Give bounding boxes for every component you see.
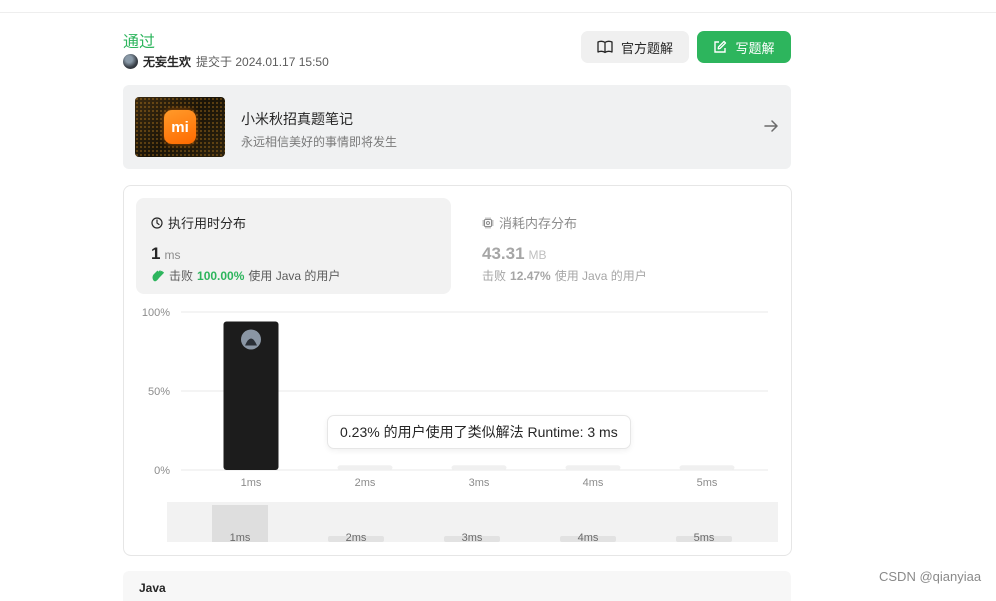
- chart-bar: [451, 465, 507, 470]
- overview-svg: 1ms 2ms 3ms 4ms 5ms: [212, 505, 732, 544]
- user-avatar[interactable]: [123, 54, 138, 69]
- y-tick-label: 50%: [148, 386, 170, 398]
- runtime-beats: 击败 100.00% 使用 Java 的用户: [151, 267, 340, 284]
- chart-bar: [337, 465, 393, 470]
- x-tick-label: 5ms: [697, 477, 718, 489]
- note-thumbnail: mi: [135, 97, 225, 157]
- memory-beats-suffix: 使用 Java 的用户: [554, 269, 647, 283]
- runtime-unit: ms: [164, 248, 181, 262]
- memory-heading: 消耗内存分布: [482, 213, 577, 232]
- runtime-value-wrap: 1 ms: [151, 244, 180, 264]
- memory-unit: MB: [528, 248, 547, 262]
- chart-bar: [679, 465, 735, 470]
- clap-icon: [152, 269, 164, 281]
- memory-value: 43.31: [482, 244, 525, 263]
- official-solution-label: 官方题解: [620, 40, 673, 56]
- edit-icon: [714, 40, 727, 53]
- x-tick-label: 4ms: [583, 477, 604, 489]
- chart-overview-slider[interactable]: 1ms 2ms 3ms 4ms 5ms: [167, 502, 778, 544]
- submission-meta: 无妄生欢 提交于 2024.01.17 15:50: [123, 53, 329, 70]
- runtime-chart: 0% 50% 100% 1ms 2ms 3ms 4ms 5ms: [124, 306, 791, 496]
- note-card[interactable]: mi 小米秋招真题笔记 永远相信美好的事情即将发生: [123, 85, 791, 169]
- chip-icon: [482, 217, 494, 228]
- runtime-value: 1: [151, 244, 161, 263]
- memory-title: 消耗内存分布: [499, 216, 578, 231]
- overview-tick-label: 2ms: [346, 532, 367, 542]
- official-solution-button[interactable]: 官方题解: [581, 31, 689, 63]
- memory-card[interactable]: 消耗内存分布 43.31 MB 击败 12.47% 使用 Java 的用户: [467, 198, 782, 294]
- distribution-panel: 执行用时分布 1 ms 击败 100.00% 使用 Java 的用户 消耗内存分布…: [123, 185, 792, 556]
- top-divider: [0, 12, 996, 13]
- xiaomi-logo: mi: [164, 110, 196, 144]
- runtime-beats-pct: 100.00%: [197, 268, 245, 283]
- note-subtitle: 永远相信美好的事情即将发生: [241, 135, 398, 149]
- note-title: 小米秋招真题笔记: [241, 111, 353, 127]
- memory-beats: 击败 12.47% 使用 Java 的用户: [482, 267, 647, 284]
- clock-icon: [151, 216, 163, 229]
- arrow-right-icon: [764, 120, 778, 132]
- overview-tick-label: 3ms: [462, 532, 483, 542]
- code-language-card: Java: [123, 571, 791, 601]
- write-solution-button[interactable]: 写题解: [697, 31, 791, 63]
- write-solution-label: 写题解: [735, 40, 775, 56]
- x-tick-label: 3ms: [469, 477, 490, 489]
- overview-tick-label: 5ms: [694, 532, 715, 542]
- overview-tick-label: 1ms: [230, 532, 251, 542]
- book-icon: [597, 40, 613, 54]
- x-tick-label: 1ms: [241, 477, 262, 489]
- y-tick-label: 100%: [142, 307, 170, 319]
- chart-bar: [565, 465, 621, 470]
- submitted-time: 提交于 2024.01.17 15:50: [196, 55, 329, 69]
- runtime-heading: 执行用时分布: [151, 213, 246, 232]
- runtime-beats-suffix: 使用 Java 的用户: [248, 269, 341, 283]
- x-tick-label: 2ms: [355, 477, 376, 489]
- overview-tick-label: 4ms: [578, 532, 599, 542]
- y-tick-label: 0%: [154, 465, 170, 477]
- chart-tooltip: 0.23% 的用户使用了类似解法 Runtime: 3 ms: [327, 415, 631, 449]
- runtime-title: 执行用时分布: [168, 216, 247, 231]
- runtime-chart-svg: 0% 50% 100% 1ms 2ms 3ms 4ms 5ms: [142, 307, 768, 489]
- runtime-beats-label: 击败: [169, 269, 194, 283]
- memory-beats-label: 击败: [482, 269, 507, 283]
- watermark: CSDN @qianyiaa: [879, 569, 982, 584]
- submission-status: 通过: [123, 34, 156, 51]
- username-link[interactable]: 无妄生欢: [143, 53, 191, 70]
- memory-value-wrap: 43.31 MB: [482, 244, 547, 264]
- memory-beats-pct: 12.47%: [510, 268, 551, 283]
- runtime-card[interactable]: 执行用时分布 1 ms 击败 100.00% 使用 Java 的用户: [136, 198, 451, 294]
